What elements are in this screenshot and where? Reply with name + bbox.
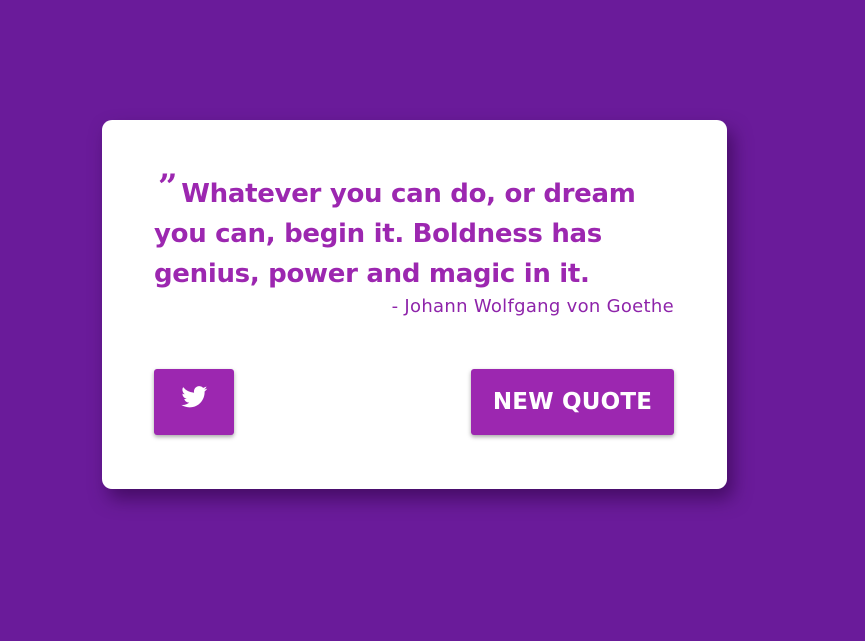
twitter-icon bbox=[180, 386, 208, 408]
action-bar: NEW QUOTE bbox=[154, 369, 674, 435]
quote-text-block: ” Whatever you can do, or dream you can, … bbox=[154, 167, 674, 294]
quote-author: - Johann Wolfgang von Goethe bbox=[391, 296, 674, 317]
tweet-quote-button[interactable] bbox=[154, 369, 234, 435]
new-quote-button[interactable]: NEW QUOTE bbox=[471, 369, 674, 435]
quote-mark-icon: ” bbox=[158, 167, 178, 207]
quote-text: Whatever you can do, or dream you can, b… bbox=[154, 179, 636, 289]
quote-card: ” Whatever you can do, or dream you can, … bbox=[102, 120, 727, 489]
